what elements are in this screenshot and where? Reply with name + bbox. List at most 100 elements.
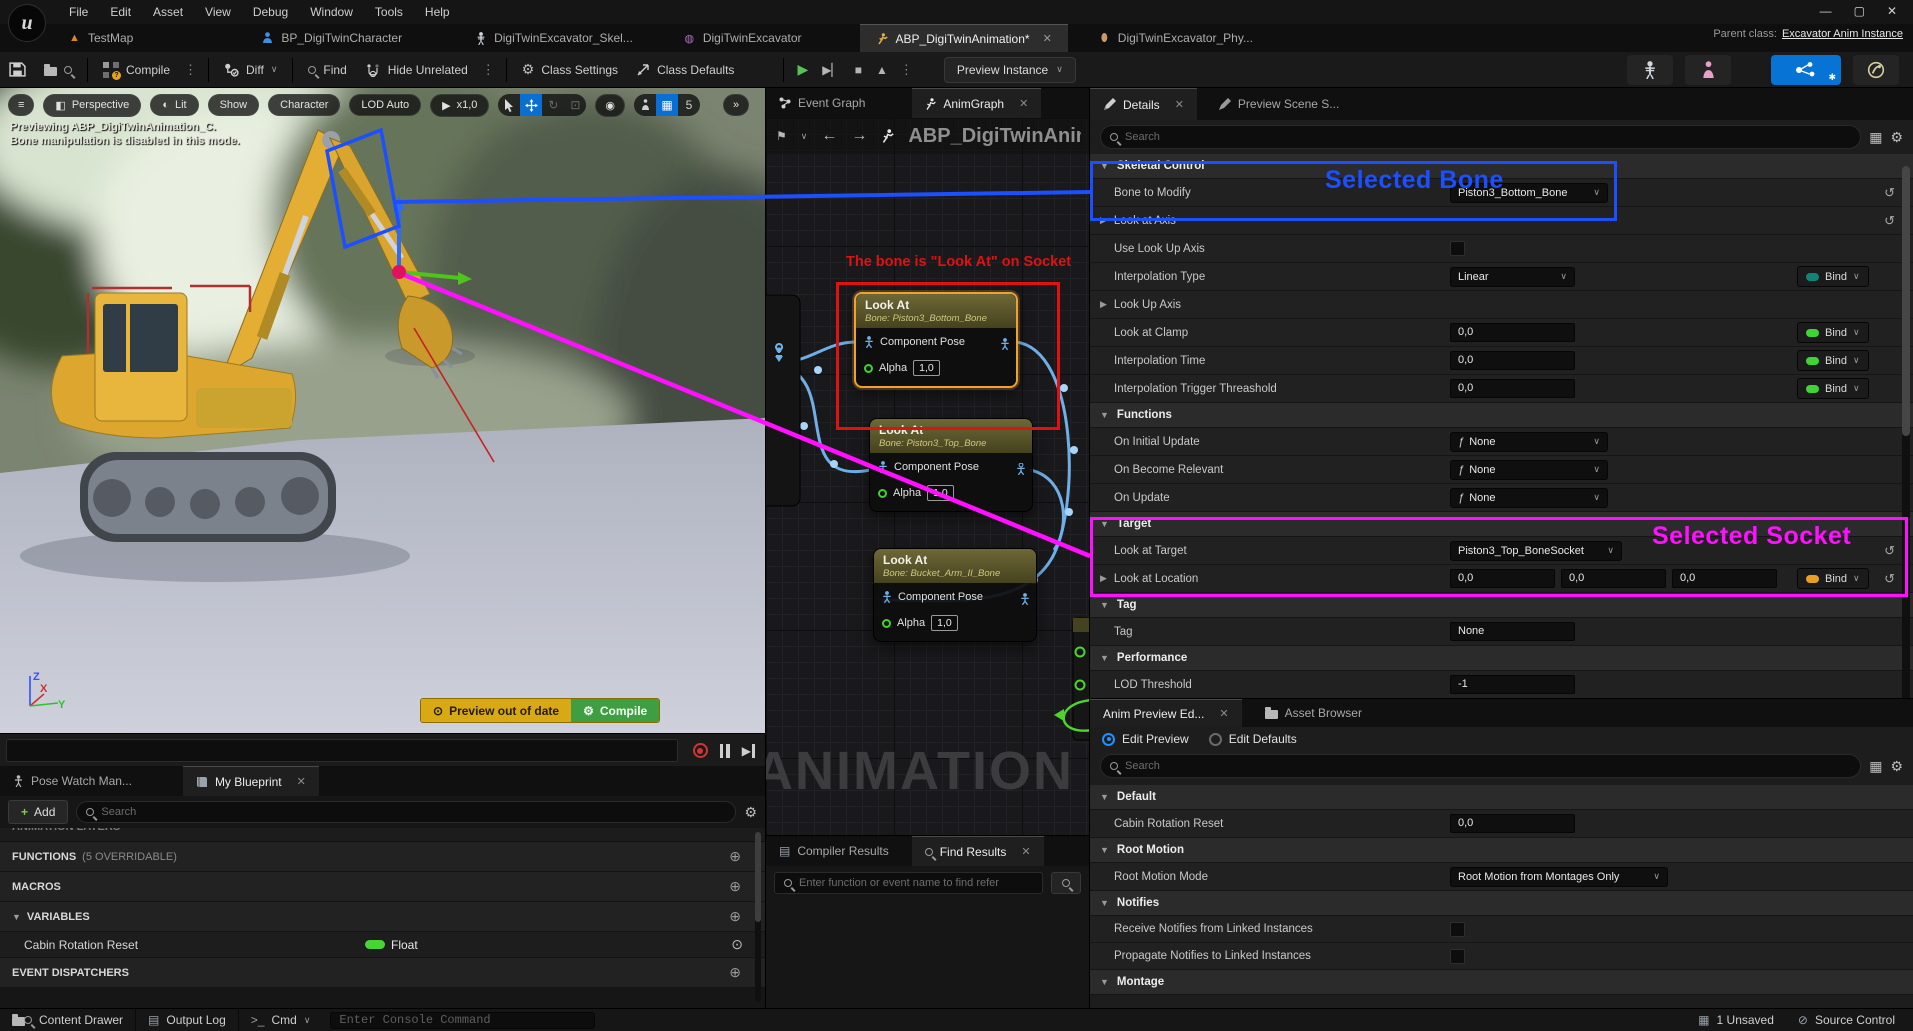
timeline-scrubber[interactable]	[6, 739, 678, 762]
gear-icon[interactable]: ⚙	[1890, 758, 1903, 775]
display-filter-icon[interactable]: ▦	[1869, 758, 1882, 775]
edit-defaults-radio[interactable]: Edit Defaults	[1209, 732, 1297, 746]
tab-preview-scene-settings[interactable]: Preview Scene S...	[1205, 88, 1352, 120]
blueprint-mode-button[interactable]: ✱	[1771, 55, 1841, 85]
look-at-target-dropdown[interactable]: Piston3_Top_BoneSocket∨	[1450, 541, 1622, 561]
nav-forward-icon[interactable]: →	[851, 127, 867, 145]
reset-icon[interactable]: ↺	[1884, 571, 1895, 587]
my-blueprint-scrollbar[interactable]	[755, 832, 761, 1002]
menu-tools[interactable]: Tools	[364, 1, 414, 23]
pause-button[interactable]	[720, 744, 730, 758]
my-blueprint-search[interactable]	[76, 801, 736, 823]
alpha-value-field[interactable]: 1,0	[913, 360, 940, 376]
tab-digitwinexcavator-skeleton[interactable]: DigiTwinExcavator_Skel...	[458, 24, 649, 52]
add-macro-icon[interactable]: ⊕	[729, 878, 741, 895]
tab-bp-digitwincharacter[interactable]: BP_DigiTwinCharacter	[245, 24, 418, 52]
character-snap-icon[interactable]	[634, 94, 656, 116]
pose-pin-icon[interactable]	[882, 591, 892, 603]
compile-button[interactable]: ? Compile	[94, 56, 179, 84]
close-icon[interactable]: ✕	[1021, 845, 1030, 858]
bone-to-modify-dropdown[interactable]: Piston3_Bottom_Bone∨	[1450, 183, 1608, 203]
minimize-icon[interactable]: —	[1820, 4, 1832, 18]
source-control-button[interactable]: ⊘Source Control	[1786, 1013, 1913, 1027]
preview-viewport[interactable]: Z X Y ≡ ◧Perspective ◐Lit Show Character…	[0, 88, 765, 733]
menu-view[interactable]: View	[194, 1, 242, 23]
root-motion-mode-dropdown[interactable]: Root Motion from Montages Only∨	[1450, 867, 1668, 887]
reset-icon[interactable]: ↺	[1884, 543, 1895, 559]
variable-row-cabin-rotation-reset[interactable]: Cabin Rotation Reset Float ⊙	[0, 932, 765, 958]
section-functions[interactable]: ▼Functions	[1090, 403, 1913, 428]
scale-tool-icon[interactable]: ⊡	[564, 94, 586, 116]
add-button[interactable]: +Add	[8, 800, 68, 824]
stop-button[interactable]: ■	[848, 63, 869, 77]
on-become-relevant-dropdown[interactable]: ƒ None∨	[1450, 460, 1608, 480]
add-variable-icon[interactable]: ⊕	[729, 908, 741, 925]
close-icon[interactable]: ✕	[1019, 97, 1028, 110]
row-look-up-axis[interactable]: ▶Look Up Axis	[1090, 291, 1913, 319]
section-default[interactable]: ▼Default	[1090, 785, 1913, 810]
menu-window[interactable]: Window	[299, 1, 364, 23]
lookat-node-bucket-arm[interactable]: Look AtBone: Bucket_Arm_II_Bone Componen…	[873, 548, 1037, 642]
show-dropdown[interactable]: Show	[208, 94, 260, 116]
lod-threshold-field[interactable]: -1	[1450, 675, 1575, 694]
look-at-location-y-field[interactable]: 0,0	[1561, 569, 1666, 588]
viewport-menu-button[interactable]: ≡	[8, 94, 34, 116]
tab-my-blueprint[interactable]: My Blueprint ✕	[183, 766, 319, 796]
section-variables[interactable]: ▼VARIABLES⊕	[0, 902, 765, 932]
unsaved-indicator[interactable]: ▦1 Unsaved	[1686, 1013, 1786, 1027]
menu-help[interactable]: Help	[414, 1, 461, 23]
lit-dropdown[interactable]: ◐Lit	[150, 94, 198, 116]
interpolation-trigger-field[interactable]: 0,0	[1450, 379, 1575, 398]
bind-dropdown[interactable]: Bind∨	[1797, 350, 1869, 371]
play-button[interactable]: ▶	[790, 61, 815, 78]
tab-abp-digitwinanimation[interactable]: ABP_DigiTwinAnimation* ✕	[860, 24, 1068, 52]
section-performance[interactable]: ▼Performance	[1090, 646, 1913, 671]
section-notifies[interactable]: ▼Notifies	[1090, 891, 1913, 916]
preview-instance-dropdown[interactable]: Preview Instance∨	[944, 57, 1076, 83]
menu-asset[interactable]: Asset	[142, 1, 194, 23]
play-options-icon[interactable]: ⋮	[895, 62, 918, 78]
bind-dropdown[interactable]: Bind∨	[1797, 266, 1869, 287]
output-log-button[interactable]: ▤Output Log	[136, 1009, 239, 1031]
tab-compiler-results[interactable]: ▤ Compiler Results	[766, 836, 902, 866]
tab-anim-preview-editor[interactable]: Anim Preview Ed... ✕	[1090, 699, 1242, 727]
coordinate-space-button[interactable]: ◉	[595, 94, 625, 117]
bind-dropdown[interactable]: Bind∨	[1797, 322, 1869, 343]
pose-pin-icon[interactable]	[864, 336, 874, 348]
interpolation-type-dropdown[interactable]: Linear∨	[1450, 267, 1575, 287]
console-input[interactable]	[339, 1013, 586, 1027]
reset-icon[interactable]: ↺	[1884, 213, 1895, 229]
grid-snap-icon[interactable]: ▦	[656, 94, 678, 116]
gear-icon[interactable]: ⚙	[744, 804, 757, 821]
add-function-icon[interactable]: ⊕	[729, 848, 741, 865]
close-icon[interactable]: ✕	[1219, 707, 1228, 720]
alpha-pin-icon[interactable]	[864, 364, 873, 373]
grid-snap-value[interactable]: 5	[678, 94, 700, 116]
frame-skip-button[interactable]: ▶▏	[815, 63, 847, 77]
character-dropdown[interactable]: Character	[268, 94, 340, 116]
tab-testmap[interactable]: ▲ TestMap	[52, 24, 149, 52]
menu-edit[interactable]: Edit	[99, 1, 142, 23]
select-tool-icon[interactable]	[498, 94, 520, 116]
search-input[interactable]	[101, 806, 726, 818]
collapse-toolbar-button[interactable]: »	[723, 94, 749, 116]
console-command[interactable]	[330, 1012, 595, 1029]
pose-output-pin-icon[interactable]	[1020, 593, 1030, 605]
playback-speed-button[interactable]: ▶x1,0	[430, 94, 489, 117]
alpha-pin-icon[interactable]	[878, 489, 887, 498]
pose-output-pin-icon[interactable]	[1000, 338, 1010, 350]
add-dispatcher-icon[interactable]: ⊕	[729, 964, 741, 981]
find-in-blueprints-button[interactable]	[1051, 872, 1081, 894]
look-at-location-x-field[interactable]: 0,0	[1450, 569, 1555, 588]
section-event-dispatchers[interactable]: EVENT DISPATCHERS⊕	[0, 958, 765, 988]
look-at-clamp-field[interactable]: 0,0	[1450, 323, 1575, 342]
anim-preview-search[interactable]	[1100, 754, 1861, 778]
tab-asset-browser[interactable]: Asset Browser	[1252, 699, 1375, 727]
move-tool-icon[interactable]	[520, 94, 542, 116]
menu-file[interactable]: File	[58, 1, 99, 23]
skeleton-mode-button[interactable]	[1627, 55, 1673, 85]
cmd-dropdown[interactable]: >_Cmd∨	[239, 1009, 323, 1031]
tab-digitwinexcavator[interactable]: ◍ DigiTwinExcavator	[667, 24, 818, 52]
graph-breadcrumb[interactable]: ABP_DigiTwinAnimation	[908, 125, 1081, 148]
content-drawer-button[interactable]: Content Drawer	[0, 1009, 136, 1031]
